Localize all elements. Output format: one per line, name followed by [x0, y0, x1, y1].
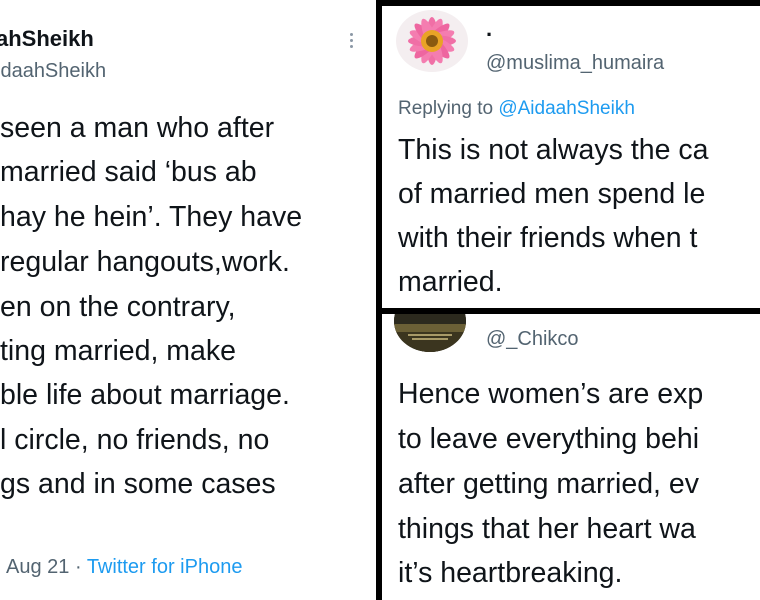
tweet-text-line: regular hangouts,work. [0, 246, 290, 278]
author-handle[interactable]: idaahSheikh [0, 60, 106, 83]
reply-tweet-2-panel: @_Chikco Hence women’s are exp to leave … [382, 314, 760, 600]
replying-to-mention[interactable]: @AidaahSheikh [498, 98, 635, 119]
more-options-icon[interactable] [344, 30, 358, 52]
landscape-avatar[interactable] [394, 314, 466, 352]
tweet-text-line: of married men spend le [398, 178, 706, 210]
reply-tweet-1-panel: . @muslima_humaira Replying to @AidaahSh… [382, 6, 760, 308]
tweet-text-line: en on the contrary, [0, 291, 236, 323]
tweet-text-line: married. [398, 266, 503, 298]
tweet-text-line: hay he hein’. They have [0, 201, 303, 233]
tweet-text-line: it’s heartbreaking. [398, 557, 623, 589]
tweet-text-line: This is not always the ca [398, 134, 709, 166]
left-tweet-panel: ahSheikh idaahSheikh seen a man who afte… [0, 0, 376, 600]
tweet-text-line: ting married, make [0, 335, 237, 367]
tweet-text-line: gs and in some cases [0, 468, 276, 500]
tweet-text-line: to leave everything behi [398, 423, 700, 455]
tweet-text-line: seen a man who after [0, 112, 275, 144]
author-handle[interactable]: @_Chikco [486, 328, 579, 351]
tweet-text-line: married said ‘bus ab [0, 156, 257, 188]
author-display-name[interactable]: . [486, 16, 492, 42]
tweet-text-line: l circle, no friends, no [0, 424, 270, 456]
tweet-text-line: Hence women’s are exp [398, 378, 704, 410]
tweet-date[interactable]: Aug 21 · [6, 556, 87, 578]
tweet-meta: Aug 21 · Twitter for iPhone [6, 556, 242, 579]
tweet-text-line: with their friends when t [398, 222, 698, 254]
tweet-text-line: things that her heart wa [398, 513, 696, 545]
author-handle[interactable]: @muslima_humaira [486, 52, 664, 75]
replying-to-line: Replying to @AidaahSheikh [398, 98, 635, 120]
tweet-source-link[interactable]: Twitter for iPhone [87, 556, 243, 578]
tweet-text-line: ble life about marriage. [0, 379, 290, 411]
replying-to-label: Replying to [398, 98, 499, 119]
pink-flower-avatar[interactable] [396, 10, 468, 72]
tweet-text-line: after getting married, ev [398, 468, 699, 500]
author-display-name[interactable]: ahSheikh [0, 26, 94, 52]
